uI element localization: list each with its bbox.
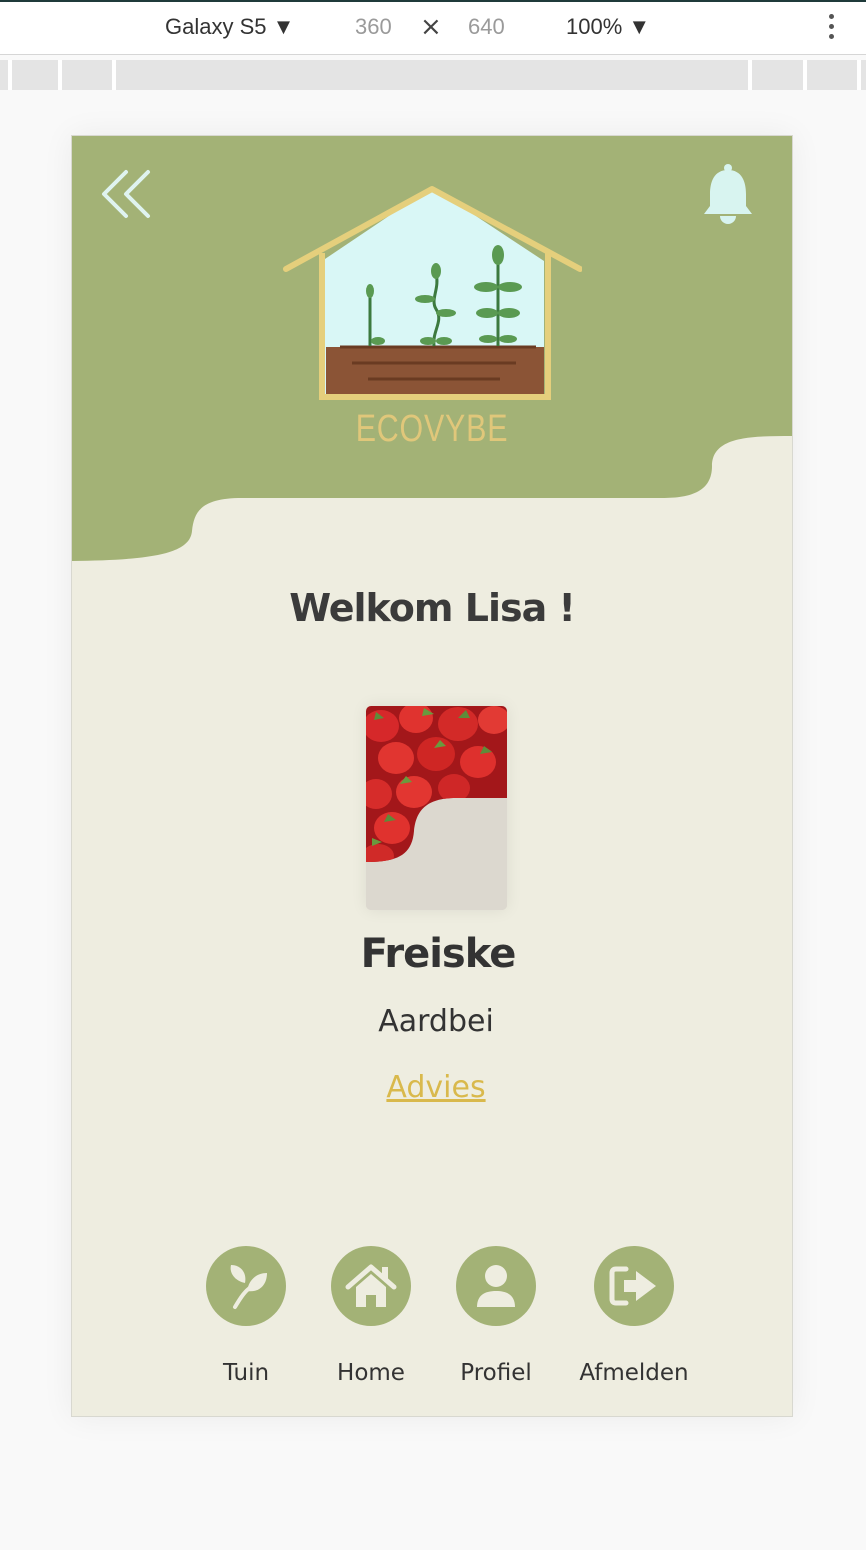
nav-item-afmelden[interactable]: Afmelden [564, 1246, 704, 1386]
plant-name: Freiske [360, 931, 517, 977]
bell-icon[interactable] [700, 162, 756, 226]
nav-label-afmelden: Afmelden [579, 1360, 689, 1386]
nav-label-tuin: Tuin [222, 1360, 270, 1386]
strawberries-photo [366, 706, 507, 910]
ruler-divider [58, 60, 62, 90]
ruler-divider [8, 60, 12, 90]
width-field[interactable]: 360 [355, 14, 392, 40]
plant-type: Aardbei [378, 1004, 494, 1039]
dimension-separator: × [420, 12, 442, 42]
ruler-divider [112, 60, 116, 90]
double-chevron-left-icon[interactable] [100, 168, 156, 224]
nav-label-home: Home [337, 1360, 405, 1386]
nav-item-profiel[interactable]: Profiel [426, 1246, 566, 1386]
plant-card-image[interactable] [366, 706, 507, 910]
advice-link[interactable]: Advies [72, 1070, 792, 1105]
media-query-ruler [0, 60, 866, 90]
user-icon [456, 1246, 536, 1326]
nav-item-tuin[interactable]: Tuin [176, 1246, 316, 1386]
more-options-icon[interactable] [822, 14, 840, 44]
ruler-divider [857, 60, 861, 90]
height-field[interactable]: 640 [468, 14, 505, 40]
phone-viewport: ECOVYBE Welkom Lisa ! Freiske Aardbei Ad… [71, 135, 793, 1417]
home-icon [331, 1246, 411, 1326]
devtools-toolbar: Galaxy S5 ▼ 360 × 640 100% ▼ [0, 2, 866, 55]
nav-label-profiel: Profiel [460, 1360, 532, 1386]
ruler-divider [803, 60, 807, 90]
greenhouse-logo [283, 186, 582, 400]
sign-out-icon [594, 1246, 674, 1326]
ruler-divider [748, 60, 752, 90]
nav-item-home[interactable]: Home [301, 1246, 441, 1386]
zoom-select[interactable]: 100% ▼ [566, 14, 650, 40]
leaf-icon [206, 1246, 286, 1326]
device-select[interactable]: Galaxy S5 ▼ [165, 14, 294, 40]
brand-name: ECOVYBE [355, 408, 509, 450]
welcome-heading: Welkom Lisa ! [289, 586, 576, 630]
